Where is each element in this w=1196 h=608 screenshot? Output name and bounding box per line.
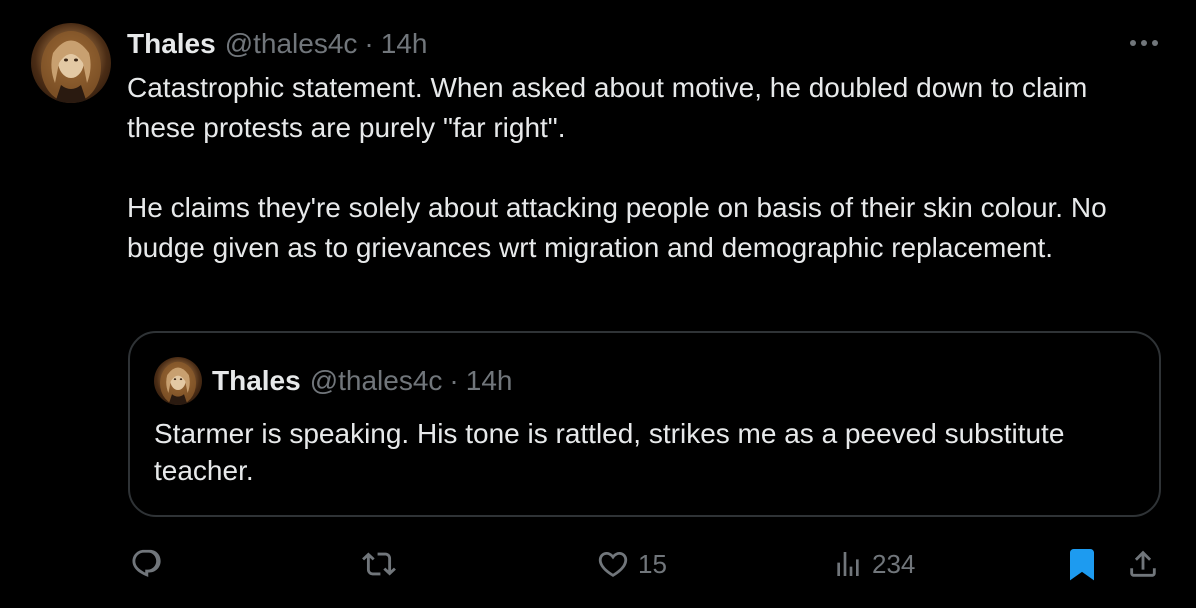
- views-count: 234: [872, 548, 916, 579]
- like-button[interactable]: 15: [596, 540, 667, 588]
- action-bar: 15 234: [0, 540, 1196, 588]
- bookmark-button[interactable]: [1064, 540, 1100, 588]
- quoted-tweet[interactable]: Thales @thales4c · 14h Starmer is speaki…: [128, 331, 1161, 517]
- quoted-author-handle: @thales4c: [309, 365, 443, 396]
- quoted-text: Starmer is speaking. His tone is rattled…: [154, 418, 1065, 486]
- tweet[interactable]: Thales @thales4c · 14h Catastrophic stat…: [0, 0, 1196, 608]
- retweet-icon: [362, 552, 396, 576]
- more-options-button[interactable]: [1124, 28, 1164, 58]
- heart-icon: [598, 551, 628, 577]
- quoted-header: Thales @thales4c · 14h: [212, 363, 512, 399]
- author-handle[interactable]: @thales4c: [225, 28, 358, 60]
- timestamp[interactable]: 14h: [381, 28, 428, 60]
- tweet-paragraph: Catastrophic statement. When asked about…: [127, 72, 1088, 143]
- tweet-text: Catastrophic statement. When asked about…: [127, 68, 1147, 268]
- bookmark-icon: [1070, 549, 1094, 581]
- quoted-author-name: Thales: [212, 365, 301, 396]
- reply-button[interactable]: [130, 540, 172, 588]
- tweet-paragraph: He claims they're solely about attacking…: [127, 192, 1107, 263]
- views-button[interactable]: 234: [832, 540, 915, 588]
- share-button[interactable]: [1126, 540, 1160, 588]
- quoted-timestamp: 14h: [465, 365, 513, 396]
- quoted-avatar: [154, 357, 202, 405]
- tweet-header: Thales @thales4c · 14h: [127, 26, 427, 62]
- views-icon: [837, 552, 859, 576]
- reply-icon: [132, 549, 161, 578]
- share-icon: [1130, 550, 1156, 577]
- retweet-button[interactable]: [361, 540, 405, 588]
- avatar[interactable]: [31, 23, 111, 103]
- separator-dot: ·: [364, 28, 374, 59]
- author-name[interactable]: Thales: [127, 28, 216, 60]
- quoted-separator-dot: ·: [449, 365, 459, 396]
- like-count: 15: [638, 548, 667, 579]
- more-icon: [1130, 40, 1158, 46]
